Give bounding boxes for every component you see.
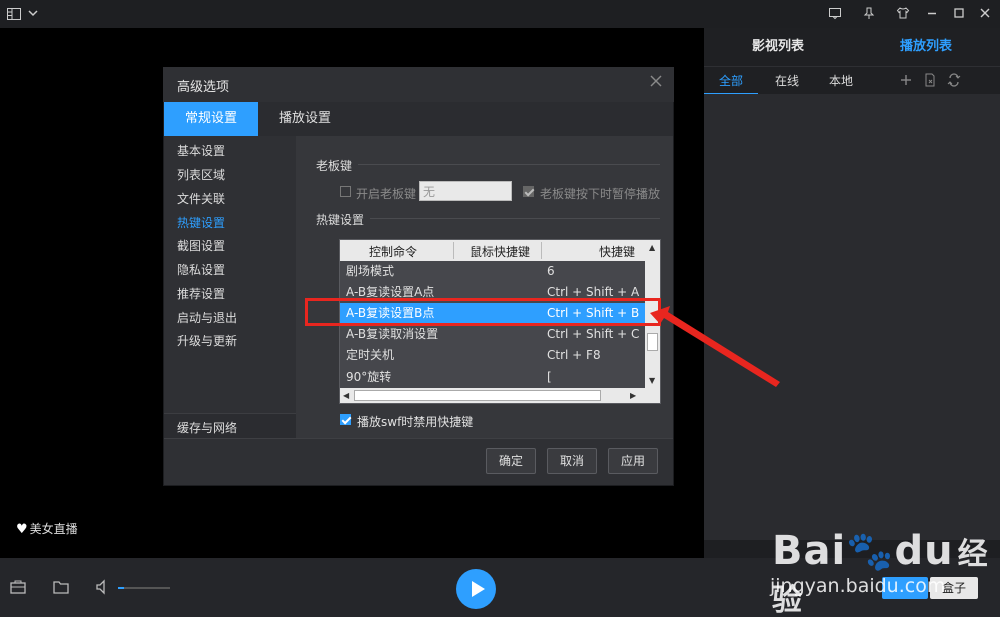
dialog-close-icon[interactable] xyxy=(648,74,664,92)
nav-item-privacy[interactable]: 隐私设置 xyxy=(177,261,225,278)
disable-hotkeys-swf-checkbox[interactable] xyxy=(340,414,351,425)
baidu-watermark-url: jingyan.baidu.com xyxy=(770,575,946,597)
nav-item-recommend[interactable]: 推荐设置 xyxy=(177,285,225,302)
dialog-title: 高级选项 xyxy=(177,80,230,95)
close-icon[interactable] xyxy=(977,6,993,22)
playlist-subtabs: 全部 在线 本地 xyxy=(704,66,1000,95)
scroll-left-icon[interactable]: ◀ xyxy=(343,391,349,400)
table-row[interactable]: 剧场模式 6 xyxy=(340,261,645,282)
scroll-right-icon[interactable]: ▶ xyxy=(630,391,636,400)
tab-general-settings[interactable]: 常规设置 xyxy=(164,102,258,136)
nav-item-cache-network[interactable]: 缓存与网络 xyxy=(177,419,237,436)
dialog-titlebar xyxy=(163,67,674,102)
playlist-tabs: 影视列表 播放列表 xyxy=(704,28,1000,66)
subtab-local[interactable]: 本地 xyxy=(814,67,868,95)
column-divider xyxy=(453,242,454,259)
cell-command: 90°旋转 xyxy=(346,370,392,384)
column-divider xyxy=(541,242,542,259)
cell-command: A-B复读取消设置 xyxy=(346,327,439,341)
add-icon[interactable] xyxy=(898,72,914,88)
annotation-arrow xyxy=(650,306,780,387)
cell-shortcut: 6 xyxy=(547,264,555,278)
skin-icon[interactable] xyxy=(895,6,911,22)
chevron-down-icon[interactable] xyxy=(25,6,41,22)
apply-button[interactable]: 应用 xyxy=(608,448,658,474)
nav-item-upgrade[interactable]: 升级与更新 xyxy=(177,332,237,349)
tab-play-list[interactable]: 播放列表 xyxy=(852,28,1000,66)
tab-playback-settings[interactable]: 播放设置 xyxy=(258,102,352,136)
maximize-icon[interactable] xyxy=(951,6,967,22)
loop-icon[interactable] xyxy=(946,72,962,88)
volume-level xyxy=(118,587,124,589)
disable-hotkeys-swf-label: 播放swf时禁用快捷键 xyxy=(357,415,474,429)
heart-icon: ♥ xyxy=(16,522,28,537)
column-header-shortcut[interactable]: 快捷键 xyxy=(599,243,635,260)
nav-item-list-area[interactable]: 列表区域 xyxy=(177,166,225,183)
layout-icon[interactable] xyxy=(6,6,22,22)
cell-command: 定时关机 xyxy=(346,348,395,362)
file-x-icon[interactable] xyxy=(922,72,938,88)
subtab-online[interactable]: 在线 xyxy=(760,67,814,95)
volume-slider[interactable] xyxy=(118,587,170,589)
table-row[interactable]: 定时关机 Ctrl + F8 xyxy=(340,345,645,366)
nav-item-basic[interactable]: 基本设置 xyxy=(177,142,225,159)
open-folder-icon[interactable] xyxy=(52,578,70,596)
annotation-highlight-box xyxy=(305,298,661,326)
section-divider xyxy=(358,164,660,165)
tab-video-list[interactable]: 影视列表 xyxy=(704,28,852,66)
horizontal-scroll-thumb[interactable] xyxy=(354,390,601,401)
pause-on-boss-key-label: 老板键按下时暂停播放 xyxy=(540,187,661,201)
boss-key-input[interactable] xyxy=(419,181,512,201)
boss-key-section-title: 老板键 xyxy=(316,159,353,173)
volume-icon[interactable] xyxy=(94,578,112,596)
live-badge[interactable]: ♥ 美女直播 xyxy=(16,520,78,537)
hotkey-section-title: 热键设置 xyxy=(316,213,365,227)
watermark-brand-b: du xyxy=(894,528,954,574)
nav-item-screenshot[interactable]: 截图设置 xyxy=(177,237,225,254)
title-bar xyxy=(0,0,1000,28)
cell-shortcut: Ctrl + F8 xyxy=(547,348,601,362)
nav-item-startup-exit[interactable]: 启动与退出 xyxy=(177,309,237,326)
baidu-watermark-logo: Bai🐾du 经验 xyxy=(772,528,1000,617)
paw-icon: 🐾 xyxy=(846,529,895,573)
column-header-mouse-shortcut[interactable]: 鼠标快捷键 xyxy=(470,243,530,260)
enable-boss-key-checkbox[interactable] xyxy=(340,186,351,197)
cell-shortcut: Ctrl + Shift + C xyxy=(547,327,640,341)
table-row[interactable]: 90°旋转 [ xyxy=(340,367,645,387)
nav-item-file-association[interactable]: 文件关联 xyxy=(177,190,225,207)
watermark-brand-a: Bai xyxy=(772,528,847,574)
enable-boss-key-label: 开启老板键 xyxy=(356,187,417,201)
subtab-all[interactable]: 全部 xyxy=(704,67,758,95)
section-divider xyxy=(370,218,660,219)
live-badge-label: 美女直播 xyxy=(29,522,78,536)
message-icon[interactable] xyxy=(827,6,843,22)
scroll-up-icon[interactable]: ▲ xyxy=(649,243,655,252)
play-button[interactable] xyxy=(456,569,496,609)
cell-shortcut: [ xyxy=(547,370,552,384)
cell-command: 剧场模式 xyxy=(346,264,395,278)
pause-on-boss-key-checkbox[interactable] xyxy=(523,186,534,197)
toolbox-icon[interactable] xyxy=(9,578,27,596)
table-row[interactable]: A-B复读取消设置 Ctrl + Shift + C xyxy=(340,324,645,345)
ok-button[interactable]: 确定 xyxy=(486,448,536,474)
column-header-command[interactable]: 控制命令 xyxy=(369,243,417,260)
pin-icon[interactable] xyxy=(861,6,877,22)
nav-item-hotkeys[interactable]: 热键设置 xyxy=(177,214,225,231)
minimize-icon[interactable] xyxy=(924,6,940,22)
cancel-button[interactable]: 取消 xyxy=(547,448,597,474)
play-icon xyxy=(472,581,485,597)
